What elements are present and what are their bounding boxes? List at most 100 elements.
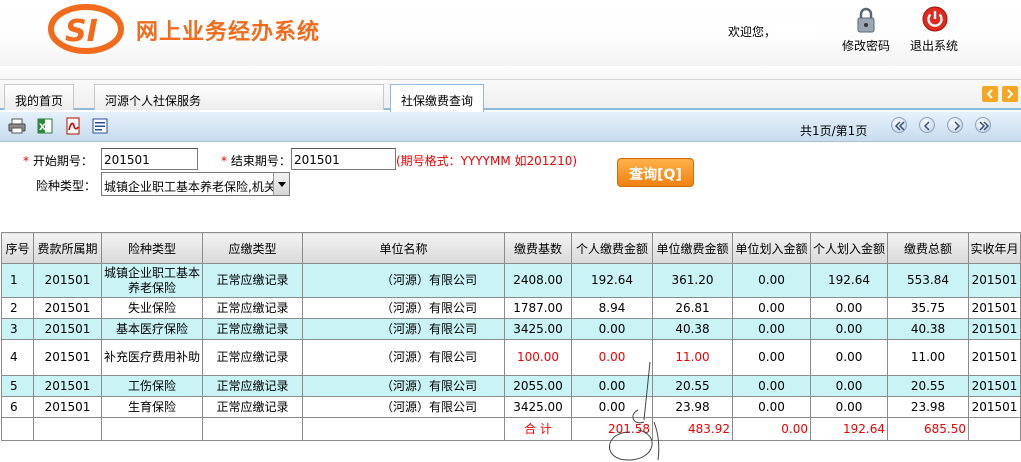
column-header[interactable]: 个人缴费金额 <box>571 232 653 264</box>
row-number: 6 <box>1 396 34 418</box>
svg-text:X: X <box>39 123 46 133</box>
total-cell: 20.55 <box>887 375 969 397</box>
chevron-left-icon <box>986 89 993 99</box>
column-header[interactable]: 单位划入金额 <box>732 232 811 264</box>
empty-cell <box>101 417 203 441</box>
received-cell: 201501 <box>968 396 1021 418</box>
total-personal-transfer: 192.64 <box>810 417 888 441</box>
required-mark: * <box>221 154 227 168</box>
table-row[interactable]: 1 201501 城镇企业职工基本养老保险 正常应缴记录 （河源）有限公司 24… <box>1 263 1021 298</box>
column-header[interactable]: 险种类型 <box>101 232 203 264</box>
insurance-type-value: 城镇企业职工基本养老保险,机关 <box>104 180 274 194</box>
redacted-text <box>327 323 381 335</box>
total-cell: 23.98 <box>887 396 969 418</box>
required-mark: * <box>23 154 29 168</box>
key-lock-icon <box>857 7 875 33</box>
redacted-text <box>327 401 381 413</box>
column-header[interactable]: 单位缴费金额 <box>652 232 733 264</box>
column-header[interactable]: 缴费总额 <box>887 232 969 264</box>
personal-amount-cell: 0.00 <box>571 396 653 418</box>
column-header[interactable]: 缴费基数 <box>504 232 572 264</box>
tab-payment-query[interactable]: 社保缴费查询 <box>390 84 485 112</box>
row-number: 5 <box>1 375 34 397</box>
row-number: 3 <box>1 318 34 340</box>
due-type-cell: 正常应缴记录 <box>202 297 303 319</box>
start-period-input[interactable]: 201501 <box>101 148 198 170</box>
received-cell: 201501 <box>968 318 1021 340</box>
total-company-amount: 483.92 <box>652 417 733 441</box>
dropdown-arrow[interactable] <box>273 173 289 195</box>
unit-transfer-cell: 0.00 <box>732 318 811 340</box>
unit-name-cell: （河源）有限公司 <box>302 396 505 418</box>
tab-scroll-left-button[interactable] <box>982 86 998 102</box>
word-icon[interactable] <box>91 117 109 135</box>
logout-button[interactable]: 退出系统 <box>904 6 964 56</box>
insurance-type-cell: 补充医疗费用补助 <box>101 339 203 376</box>
period-cell: 201501 <box>33 297 102 319</box>
personal-amount-cell: 0.00 <box>571 318 653 340</box>
insurance-type-select[interactable]: 城镇企业职工基本养老保险,机关 <box>101 172 290 196</box>
header-divider <box>0 66 1021 80</box>
company-amount-cell: 26.81 <box>652 297 733 319</box>
table-row[interactable]: 3 201501 基本医疗保险 正常应缴记录 （河源）有限公司 3425.00 … <box>1 318 1021 340</box>
company-amount-cell: 40.38 <box>652 318 733 340</box>
tab-scroll-right-button[interactable] <box>1002 86 1018 102</box>
unit-name-cell: （河源）有限公司 <box>302 339 505 376</box>
empty-cell <box>968 417 1021 441</box>
change-password-label: 修改密码 <box>841 39 890 53</box>
end-period-input[interactable]: 201501 <box>291 148 396 170</box>
column-header[interactable]: 个人划入金额 <box>810 232 888 264</box>
table-row[interactable]: 6 201501 生育保险 正常应缴记录 （河源）有限公司 3425.00 0.… <box>1 396 1021 418</box>
personal-transfer-cell: 0.00 <box>810 339 888 376</box>
table-row[interactable]: 2 201501 失业保险 正常应缴记录 （河源）有限公司 1787.00 8.… <box>1 297 1021 319</box>
column-header[interactable]: 应缴类型 <box>202 232 303 264</box>
tab-home[interactable]: 我的首页 <box>4 84 75 110</box>
print-icon[interactable] <box>8 117 26 135</box>
tab-heyuan-personal-service[interactable]: 河源个人社保服务 <box>94 84 384 110</box>
table-row[interactable]: 4 201501 补充医疗费用补助 正常应缴记录 （河源）有限公司 100.00… <box>1 339 1021 376</box>
redacted-text <box>327 275 381 287</box>
si-logo-icon: SI <box>48 4 124 54</box>
row-number: 2 <box>1 297 34 319</box>
query-button[interactable]: 查询[Q] <box>617 158 694 187</box>
column-header[interactable]: 实收年月 <box>968 232 1021 264</box>
double-chevron-right-icon <box>979 121 990 131</box>
received-cell: 201501 <box>968 263 1021 298</box>
welcome-text: 欢迎您， <box>728 23 817 40</box>
last-page-button[interactable] <box>975 117 991 133</box>
first-page-button[interactable] <box>891 117 907 133</box>
personal-transfer-cell: 0.00 <box>810 318 888 340</box>
svg-text:SI: SI <box>65 14 98 49</box>
period-cell: 201501 <box>33 396 102 418</box>
personal-amount-cell: 8.94 <box>571 297 653 319</box>
row-number: 1 <box>1 263 34 298</box>
excel-icon[interactable]: X <box>36 117 54 135</box>
received-cell: 201501 <box>968 297 1021 319</box>
personal-transfer-cell: 0.00 <box>810 375 888 397</box>
base-cell: 3425.00 <box>504 396 572 418</box>
period-cell: 201501 <box>33 318 102 340</box>
column-header[interactable]: 单位名称 <box>302 232 505 264</box>
insurance-type-cell: 工伤保险 <box>101 375 203 397</box>
empty-cell <box>33 417 102 441</box>
period-cell: 201501 <box>33 375 102 397</box>
personal-transfer-cell: 192.64 <box>810 263 888 298</box>
pdf-icon[interactable] <box>64 117 82 135</box>
redacted-text <box>327 352 381 364</box>
next-page-button[interactable] <box>947 117 963 133</box>
prev-page-button[interactable] <box>919 117 935 133</box>
column-header[interactable]: 费款所属期 <box>33 232 102 264</box>
table-row[interactable]: 5 201501 工伤保险 正常应缴记录 （河源）有限公司 2055.00 0.… <box>1 375 1021 397</box>
personal-amount-cell: 0.00 <box>571 375 653 397</box>
due-type-cell: 正常应缴记录 <box>202 318 303 340</box>
base-cell: 2408.00 <box>504 263 572 298</box>
company-amount-cell: 11.00 <box>652 339 733 376</box>
base-cell: 2055.00 <box>504 375 572 397</box>
table-header-row: 序号 费款所属期 险种类型 应缴类型 单位名称 缴费基数 个人缴费金额 单位缴费… <box>1 232 1021 264</box>
change-password-button[interactable]: 修改密码 <box>836 6 896 56</box>
insurance-type-cell: 城镇企业职工基本养老保险 <box>101 263 203 298</box>
chevron-right-icon <box>954 121 961 131</box>
company-amount-cell: 23.98 <box>652 396 733 418</box>
insurance-type-cell: 生育保险 <box>101 396 203 418</box>
column-header[interactable]: 序号 <box>1 232 34 264</box>
